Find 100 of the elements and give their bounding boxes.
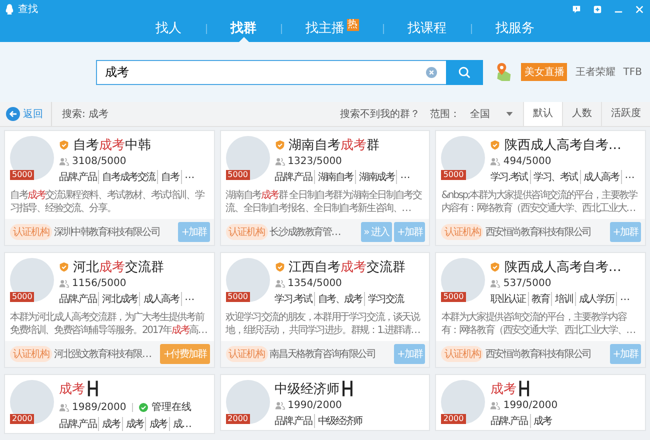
group-name[interactable]: 中级经济师┣┫ — [274, 380, 356, 398]
level-badge: 5000 — [10, 292, 34, 302]
group-card[interactable]: 5000 湖南自考成考群 1323/5000 品牌.产品 湖南自考 湖南成考 … 湖南自考成考群 全日制自考群为湖南全日制自考交流、全日制自考报名、全日制自考新生咨询、… 认证机构 长沙成教教育管… » 进入 +加群 — [220, 130, 430, 246]
tag: 职业认证 — [490, 292, 528, 306]
level-badge: 2000 — [441, 414, 466, 424]
search-query-text: 搜索: 成考 — [62, 108, 109, 121]
people-icon — [490, 401, 500, 410]
group-name[interactable]: 成考┣┫ — [490, 380, 532, 398]
clear-icon[interactable] — [426, 66, 437, 78]
group-name[interactable]: 河北成考交流群 — [73, 258, 164, 276]
certified-badge: 认证机构 — [226, 224, 268, 240]
member-count: 1990/2000 — [503, 400, 558, 411]
group-card[interactable]: 5000 江西自考成考交流群 1354/5000 学习.考试 自考、成考 学习交流 欢迎学习交流的朋友，本群用于学习交流，谈天说地，组织活动， 共同学习进步。群规：1.进群请… 认证机构 南昌天格教育咨询有限公司 +加群 — [220, 252, 430, 368]
tag: 成人高考 — [139, 292, 181, 306]
search-button[interactable] — [446, 60, 483, 84]
certified-badge: 认证机构 — [441, 224, 484, 240]
group-card[interactable]: 5000 河北成考交流群 1156/5000 品牌.产品 河北成考 成人高考 … 本群为河北成人高考交流群，为广大考生提供考前免费培训、免费咨询辅导等服务。2017年成考高… 认证机构 河北强文教育科技有限… +付费加群 — [4, 252, 215, 368]
group-description: &nbsp;本群为大家提供咨询交流的平台，主要教学内容有：网络教育（西安交通大学、西北工业大… — [440, 189, 638, 215]
tag: 学习、考试 — [530, 170, 580, 184]
member-count: 1156/5000 — [72, 278, 126, 289]
sort-tab[interactable]: 活跃度 — [601, 102, 650, 126]
tag: 成考 — [145, 417, 170, 431]
tag: 成… — [169, 417, 193, 431]
tag: 成考 — [122, 417, 146, 431]
admin-status: 管理在线 — [151, 400, 192, 414]
tag: 品牌.产品 — [490, 414, 530, 428]
organization-name: 西安恒尚教育科技有限公司 — [485, 226, 592, 239]
people-icon — [490, 279, 500, 288]
level-badge: 5000 — [226, 292, 250, 302]
group-name[interactable]: 自考成考中韩 — [73, 136, 151, 154]
avatar-placeholder — [226, 136, 270, 180]
people-icon — [59, 279, 69, 288]
group-card[interactable]: 5000 陕西成人高考自考… 537/5000 职业认证 教育 培训 成人学历 … 本群为大家提供咨询交流的平台，主要教学内容有：网络教育（西安交通大学、西北工业大学、… 认证机构 西安恒尚教育科技有限公司 +加群 — [435, 252, 646, 368]
tag: 湖南自考 — [314, 170, 356, 184]
tag: 自考、成考 — [314, 292, 364, 306]
group-card[interactable]: 2000 中级经济师┣┫ 1990/2000 品牌.产品 中级经济师 — [220, 374, 430, 431]
penguin-icon — [5, 4, 14, 14]
level-badge: 2000 — [226, 414, 250, 424]
group-card[interactable]: 2000 成考┣┫ 1990/2000 品牌.产品 成考 — [435, 374, 646, 431]
group-description: 欢迎学习交流的朋友，本群用于学习交流，谈天说地，组织活动， 共同学习进步。群规：1.进群请… — [224, 311, 421, 337]
search-field[interactable]: 成考 — [96, 60, 446, 84]
tag: … — [180, 292, 196, 306]
speech-bubble-icon[interactable] — [572, 4, 581, 14]
avatar-placeholder — [441, 258, 486, 302]
group-description: 湖南自考成考群 全日制自考群为湖南全日制自考交流、全日制自考报名、全日制自考新生咨询、… — [224, 189, 423, 215]
tag: 品牌.产品 — [274, 170, 314, 184]
map-pin-icon[interactable] — [494, 60, 512, 84]
group-card[interactable]: 5000 自考成考中韩 3108/5000 品牌.产品 自考成考交流 自考 … 自考成考交流课程资料、考试教材、考试培训、学习指导、经验交流、分享。 认证机构 深圳中韩教育科技有限公司 +加群 — [4, 130, 215, 246]
check-circle-icon — [139, 402, 148, 412]
avatar-placeholder — [441, 136, 486, 180]
certified-badge: 认证机构 — [10, 346, 52, 362]
group-name[interactable]: 陕西成人高考自考… — [504, 136, 622, 154]
member-count: 1989/2000 — [72, 402, 126, 412]
organization-name: 南昌天格教育咨询有限公司 — [270, 348, 376, 361]
scope-label: 范围： — [430, 108, 460, 121]
tag: … — [616, 292, 631, 306]
tag: 学习交流 — [364, 292, 406, 306]
organization-name: 河北强文教育科技有限… — [54, 348, 152, 361]
avatar-placeholder — [226, 258, 270, 302]
tag: 品牌.产品 — [59, 292, 98, 306]
search-icon — [458, 66, 471, 78]
level-badge: 5000 — [441, 292, 466, 302]
sort-tab[interactable]: 默认 — [523, 102, 562, 126]
promo-link[interactable]: TFB — [623, 66, 642, 78]
level-badge: 5000 — [10, 170, 34, 180]
close-icon[interactable] — [635, 4, 644, 14]
tag: 自考成考交流 — [98, 170, 157, 184]
organization-name: 西安恒尚教育科技有限公司 — [485, 348, 592, 361]
hot-badge: 热 — [346, 19, 358, 31]
group-name[interactable]: 陕西成人高考自考… — [504, 258, 622, 276]
organization-name: 深圳中韩教育科技有限公司 — [54, 226, 161, 239]
tag: 成考 — [98, 417, 122, 431]
certified-badge: 认证机构 — [10, 224, 52, 240]
group-description: 本群为大家提供咨询交流的平台，主要教学内容有：网络教育（西安交通大学、西北工业大学、… — [440, 311, 636, 337]
tag: 品牌.产品 — [59, 170, 98, 184]
tag: … — [180, 170, 196, 184]
group-name[interactable]: 成考┣┫ — [59, 380, 101, 398]
promo-link[interactable]: 王者荣耀 — [575, 65, 616, 79]
member-count: 537/5000 — [503, 278, 552, 289]
group-card[interactable]: 5000 陕西成人高考自考… 494/5000 学习.考试 学习、考试 成人高考 … &nbsp;本群为大家提供咨询交流的平台，主要教学内容有：网络教育（西安交通大学、西北工业大… 认证机构 西安恒尚教育科技有限公司 +加群 — [435, 130, 646, 246]
square-plus-icon[interactable] — [593, 4, 602, 14]
certified-badge: 认证机构 — [226, 346, 268, 362]
tag: 学习.考试 — [274, 292, 314, 306]
tag: 河北成考 — [98, 292, 140, 306]
help-link[interactable]: 搜索不到我的群？ — [340, 107, 420, 121]
group-name[interactable]: 江西自考成考交流群 — [288, 258, 406, 276]
level-badge: 5000 — [226, 170, 250, 180]
scope-dropdown[interactable]: 全国 — [470, 107, 513, 121]
group-name[interactable]: 湖南自考成考群 — [288, 136, 380, 154]
tag: 学习.考试 — [490, 170, 530, 184]
member-count: 1354/5000 — [288, 278, 342, 289]
window-title: 查找 — [18, 2, 38, 16]
certified-badge: 认证机构 — [441, 346, 484, 362]
tag: 教育 — [528, 292, 552, 306]
group-description: 自考成考交流课程资料、考试教材、考试培训、学习指导、经验交流、分享。 — [9, 189, 206, 215]
sort-tab[interactable]: 人数 — [562, 102, 601, 126]
people-icon — [274, 157, 285, 166]
tag: 培训 — [551, 292, 575, 306]
group-card[interactable]: 2000 成考┣┫ 1989/2000 管理在线 品牌.产品 成考 成考 成考 成… — [4, 374, 215, 434]
tag: 成人高考 — [580, 170, 621, 184]
